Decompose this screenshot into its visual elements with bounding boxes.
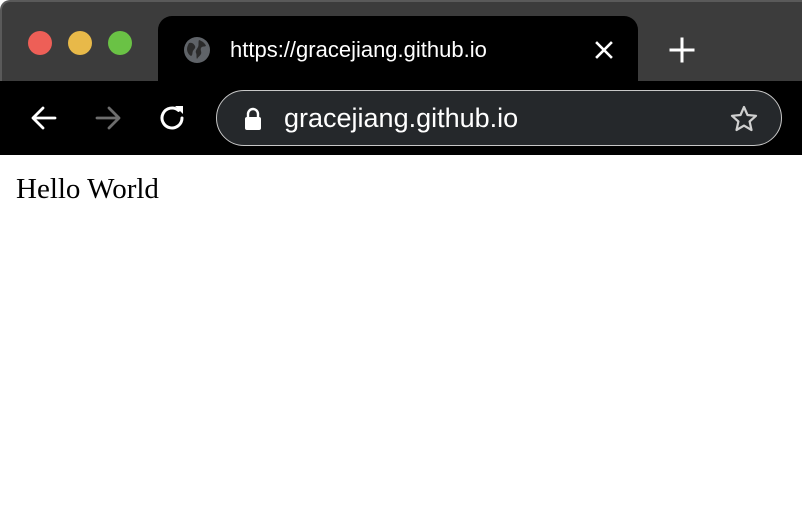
- lock-icon[interactable]: [243, 107, 263, 131]
- tab-strip: https://gracejiang.github.io: [0, 0, 802, 83]
- tab-active[interactable]: https://gracejiang.github.io: [158, 16, 638, 83]
- url-text[interactable]: gracejiang.github.io: [284, 101, 518, 135]
- tab-title: https://gracejiang.github.io: [230, 37, 487, 62]
- window-zoom-button[interactable]: [108, 31, 132, 55]
- arrow-left-icon[interactable]: [28, 102, 60, 134]
- page-heading: Hello World: [16, 173, 159, 205]
- page-content: Hello World: [0, 155, 802, 526]
- browser-window: https://gracejiang.github.io gracejiang.…: [0, 0, 802, 526]
- address-bar[interactable]: gracejiang.github.io: [216, 90, 782, 146]
- arrow-right-icon[interactable]: [92, 102, 124, 134]
- window-close-button[interactable]: [28, 31, 52, 55]
- window-minimize-button[interactable]: [68, 31, 92, 55]
- star-icon[interactable]: [729, 104, 759, 134]
- reload-icon[interactable]: [156, 102, 188, 134]
- toolbar: gracejiang.github.io: [0, 81, 802, 155]
- plus-icon[interactable]: [666, 34, 698, 66]
- close-icon[interactable]: [592, 38, 616, 62]
- globe-icon: [184, 37, 210, 63]
